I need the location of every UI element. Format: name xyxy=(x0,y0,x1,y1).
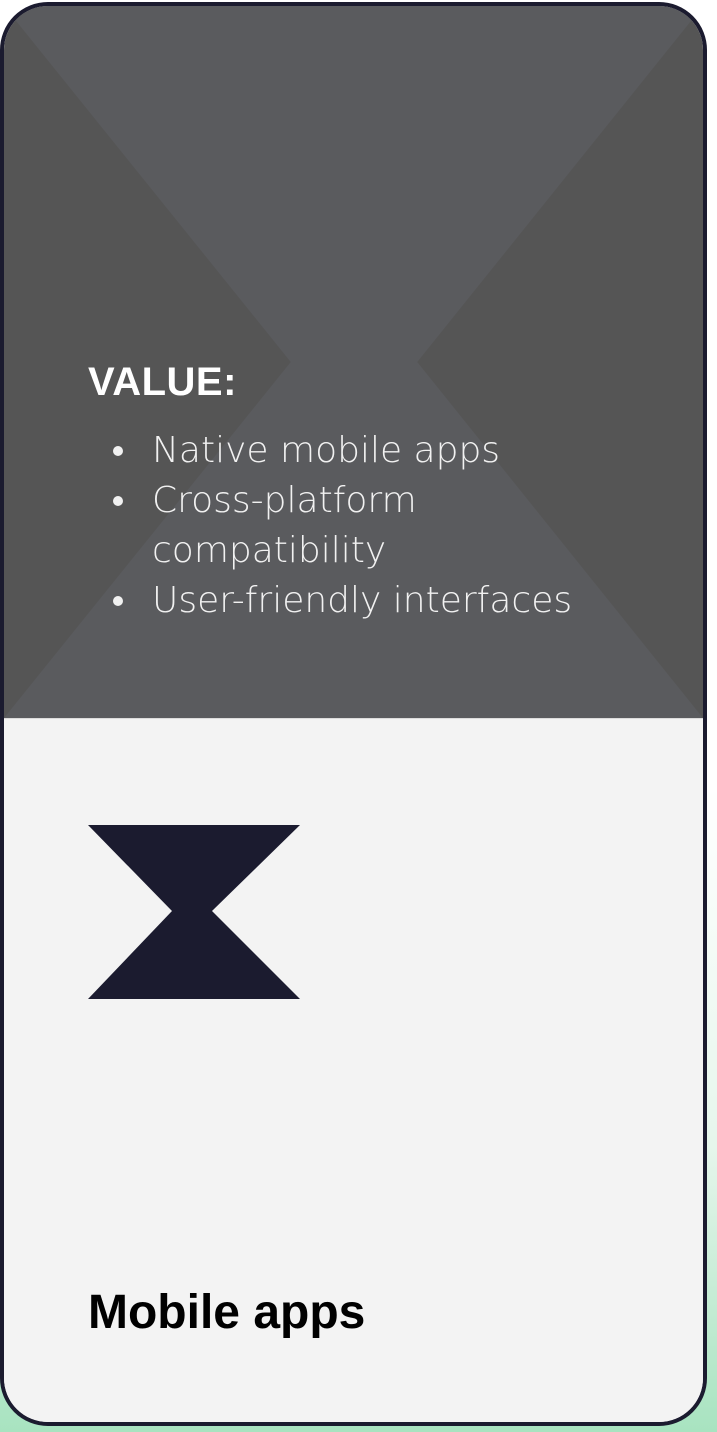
value-list: Native mobile apps Cross-platform compat… xyxy=(88,426,622,626)
value-list-item: Cross-platform compatibility xyxy=(88,476,622,576)
hourglass-logo-icon xyxy=(88,825,300,999)
value-section: VALUE: Native mobile apps Cross-platform… xyxy=(88,362,622,626)
logo-upper-triangle xyxy=(88,825,300,911)
card-body: Mobile apps xyxy=(4,718,703,1422)
bullet-icon xyxy=(113,496,123,506)
logo-lower-triangle xyxy=(88,911,300,999)
bullet-icon xyxy=(113,446,123,456)
value-item-text: Cross-platform compatibility xyxy=(152,480,417,571)
card-hover-overlay: VALUE: Native mobile apps Cross-platform… xyxy=(4,6,703,718)
service-card-mobile-apps[interactable]: VALUE: Native mobile apps Cross-platform… xyxy=(0,2,707,1426)
value-item-text: User-friendly interfaces xyxy=(152,580,573,621)
bullet-icon xyxy=(113,596,123,606)
value-list-item: User-friendly interfaces xyxy=(88,576,622,626)
value-heading: VALUE: xyxy=(88,360,237,404)
value-list-item: Native mobile apps xyxy=(88,426,622,476)
card-title: Mobile apps xyxy=(88,1286,366,1339)
value-item-text: Native mobile apps xyxy=(152,430,501,471)
